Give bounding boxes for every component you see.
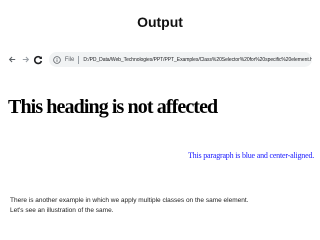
caption-line: Let's see an illustration of the same. [10,206,114,214]
reload-icon[interactable] [33,53,43,67]
info-icon[interactable] [53,55,62,64]
slide-caption: There is another example in which we app… [10,196,310,215]
slide-title: Output [137,14,183,30]
arrow-left-icon[interactable] [7,53,17,67]
page-heading: This heading is not affected [8,96,218,118]
url-text[interactable]: D:/PD_Data/Web_Technologies/PPT/PPT_Exam… [83,57,312,63]
browser-toolbar: File D:/PD_Data/Web_Technologies/PPT/PPT… [4,51,316,68]
arrow-right-icon[interactable] [20,53,30,67]
address-divider [78,55,80,64]
address-bar[interactable]: File D:/PD_Data/Web_Technologies/PPT/PPT… [49,52,312,67]
blue-centered-paragraph: This paragraph is blue and center-aligne… [188,151,315,160]
page-viewport [4,72,316,180]
file-scheme-label: File [64,56,75,63]
caption-line: There is another example in which we app… [10,197,249,204]
